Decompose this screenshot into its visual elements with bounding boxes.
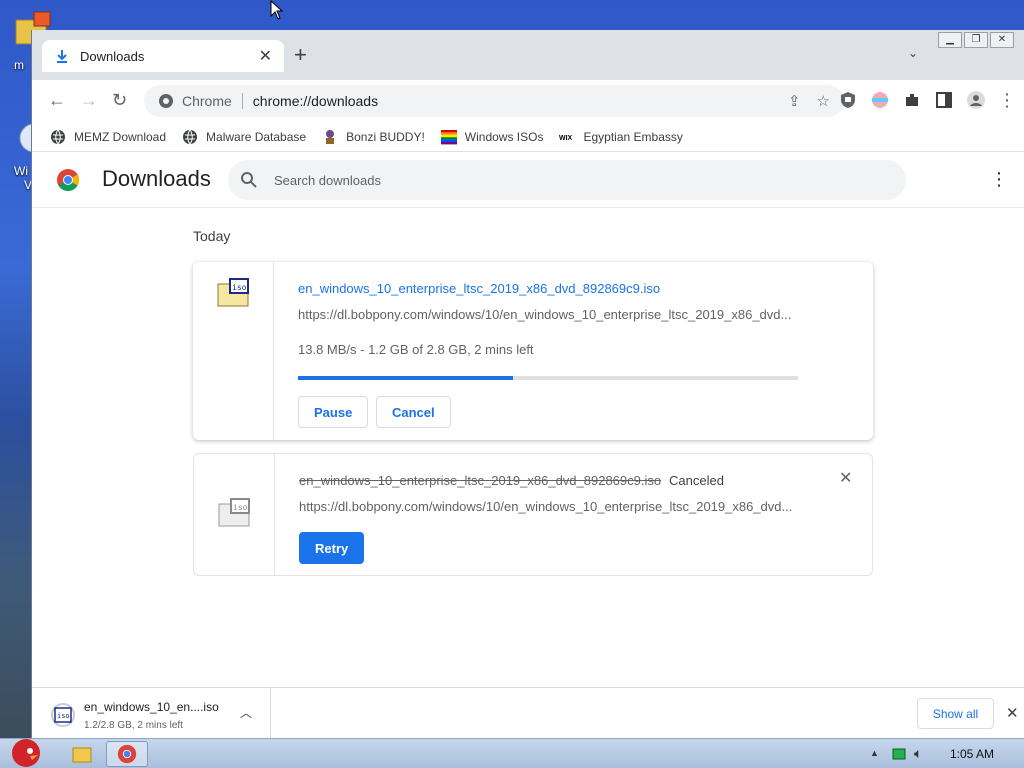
page-title: Downloads: [102, 166, 211, 191]
wix-icon: WIX: [559, 135, 573, 142]
shelf-status: 1.2/2.8 GB, 2 mins left: [84, 720, 183, 731]
start-angry-bird-icon[interactable]: [4, 733, 48, 768]
browser-window: Downloads ✕ + ⌄ ▁ ❐ ✕ ← → ↻ Chrome chrom…: [31, 30, 1024, 738]
svg-text:WIX: WIX: [559, 135, 573, 142]
volume-icon[interactable]: 🔈︎: [914, 745, 922, 762]
bookmark-bonzi-buddy[interactable]: Bonzi BUDDY!: [322, 129, 425, 145]
canceled-label: Canceled: [669, 473, 724, 488]
bonzi-icon: [326, 129, 335, 144]
iso-file-icon: iso: [217, 278, 249, 307]
downloads-header: Downloads ⋮: [32, 152, 1024, 208]
bookmark-malware-database[interactable]: Malware Database: [182, 129, 306, 145]
profile-avatar-icon[interactable]: [966, 90, 986, 110]
download-status: 13.8 MB/s - 1.2 GB of 2.8 GB, 2 mins lef…: [298, 342, 534, 357]
bookmark-windows-isos[interactable]: Windows ISOs: [440, 129, 544, 145]
mouse-cursor-icon: [270, 0, 284, 20]
side-panel-icon[interactable]: [934, 90, 954, 110]
more-actions-icon[interactable]: ⋮: [990, 170, 1008, 188]
search-box[interactable]: [228, 160, 906, 200]
taskbar: ▲ 🔈︎ 1:05 AM: [0, 738, 1024, 768]
bookmark-label: Bonzi BUDDY!: [346, 129, 425, 144]
svg-text:iso: iso: [232, 283, 247, 292]
chevron-up-icon[interactable]: ︿: [240, 704, 252, 721]
chrome-logo-icon: [117, 744, 137, 764]
tab-title: Downloads: [80, 48, 145, 64]
download-source-url[interactable]: https://dl.bobpony.com/windows/10/en_win…: [298, 307, 798, 322]
bookmark-label: Malware Database: [206, 129, 307, 144]
svg-text:iso: iso: [57, 712, 70, 720]
desktop-icon-label: Wi: [14, 164, 28, 178]
download-filename-link[interactable]: en_windows_10_enterprise_ltsc_2019_x86_d…: [299, 473, 661, 488]
rainbow-flag-icon: [440, 129, 457, 144]
chrome-site-icon: [159, 94, 173, 108]
bookmark-egyptian-embassy[interactable]: WIX Egyptian Embassy: [559, 129, 682, 145]
cancel-button[interactable]: Cancel: [376, 396, 451, 428]
new-tab-button[interactable]: +: [294, 44, 307, 66]
toolbar: ← → ↻ Chrome chrome://downloads ⇪ ☆ ⋮: [32, 80, 1024, 122]
extensions-puzzle-icon[interactable]: [902, 90, 922, 110]
shelf-filename: en_windows_10_en....iso: [84, 700, 219, 714]
date-heading: Today: [193, 228, 231, 244]
address-bar[interactable]: Chrome chrome://downloads ⇪ ☆: [144, 85, 844, 117]
file-icon-column: iso: [193, 262, 274, 440]
battery-icon[interactable]: [892, 748, 906, 760]
globe-icon: [183, 129, 198, 144]
taskbar-clock[interactable]: 1:05 AM: [950, 747, 994, 761]
download-item-canceled: iso en_windows_10_enterprise_ltsc_2019_x…: [193, 453, 873, 576]
bookmark-label: MEMZ Download: [74, 129, 167, 144]
bookmark-label: Egyptian Embassy: [583, 129, 683, 144]
extension-flag-icon[interactable]: [870, 90, 890, 110]
shelf-download-item[interactable]: iso en_windows_10_en....iso 1.2/2.8 GB, …: [32, 688, 271, 738]
bookmark-memz[interactable]: MEMZ Download: [50, 129, 166, 145]
bookmark-star-icon[interactable]: ☆: [817, 92, 830, 110]
reload-icon[interactable]: ↻: [112, 90, 127, 111]
bookmark-label: Windows ISOs: [464, 129, 544, 144]
search-icon: [241, 172, 257, 188]
chrome-menu-icon[interactable]: ⋮: [998, 90, 1016, 111]
tab-search-chevron-icon[interactable]: ⌄: [908, 46, 918, 60]
chrome-taskbar-button[interactable]: [106, 741, 148, 767]
back-arrow-icon[interactable]: ←: [48, 90, 66, 111]
tab-downloads[interactable]: Downloads ✕: [42, 40, 284, 72]
explorer-folder-icon[interactable]: [70, 741, 94, 767]
tab-close-icon[interactable]: ✕: [259, 46, 272, 66]
svg-text:iso: iso: [233, 503, 248, 512]
retry-button[interactable]: Retry: [299, 532, 365, 564]
download-item-active: iso en_windows_10_enterprise_ltsc_2019_x…: [193, 262, 873, 440]
iso-file-icon: iso: [51, 703, 75, 727]
tray-expand-icon[interactable]: ▲: [870, 748, 879, 758]
desktop-icon-label: m: [14, 58, 24, 72]
search-input[interactable]: [274, 172, 774, 188]
download-shelf: iso en_windows_10_en....iso 1.2/2.8 GB, …: [32, 687, 1024, 738]
remove-close-icon[interactable]: ✕: [839, 468, 852, 488]
chrome-logo-icon: [57, 169, 79, 191]
minimize-button[interactable]: ▁: [938, 32, 962, 48]
download-filename-link[interactable]: en_windows_10_enterprise_ltsc_2019_x86_d…: [298, 281, 660, 296]
show-all-button[interactable]: Show all: [917, 698, 994, 729]
forward-arrow-icon[interactable]: →: [80, 90, 98, 111]
download-icon: [57, 50, 67, 63]
globe-icon: [51, 129, 65, 144]
ublock-shield-icon[interactable]: [838, 90, 858, 110]
download-source-url[interactable]: https://dl.bobpony.com/windows/10/en_win…: [299, 499, 799, 514]
shelf-close-icon[interactable]: ✕: [1006, 704, 1019, 722]
progress-fill: [298, 376, 513, 380]
url-text[interactable]: chrome://downloads: [253, 93, 378, 109]
pause-button[interactable]: Pause: [298, 396, 369, 428]
tab-strip: Downloads ✕ + ⌄ ▁ ❐ ✕: [32, 30, 1024, 80]
bookmarks-bar: MEMZ Download Malware Database Bonzi BUD…: [32, 122, 1024, 152]
site-label: Chrome: [182, 93, 232, 109]
close-window-button[interactable]: ✕: [990, 32, 1014, 48]
share-icon[interactable]: ⇪: [788, 92, 801, 110]
file-icon-column: iso: [194, 454, 275, 575]
address-separator: [241, 93, 243, 109]
restore-button[interactable]: ❐: [964, 32, 988, 48]
iso-file-icon-grey: iso: [218, 498, 250, 527]
download-progress-bar: [298, 376, 798, 380]
